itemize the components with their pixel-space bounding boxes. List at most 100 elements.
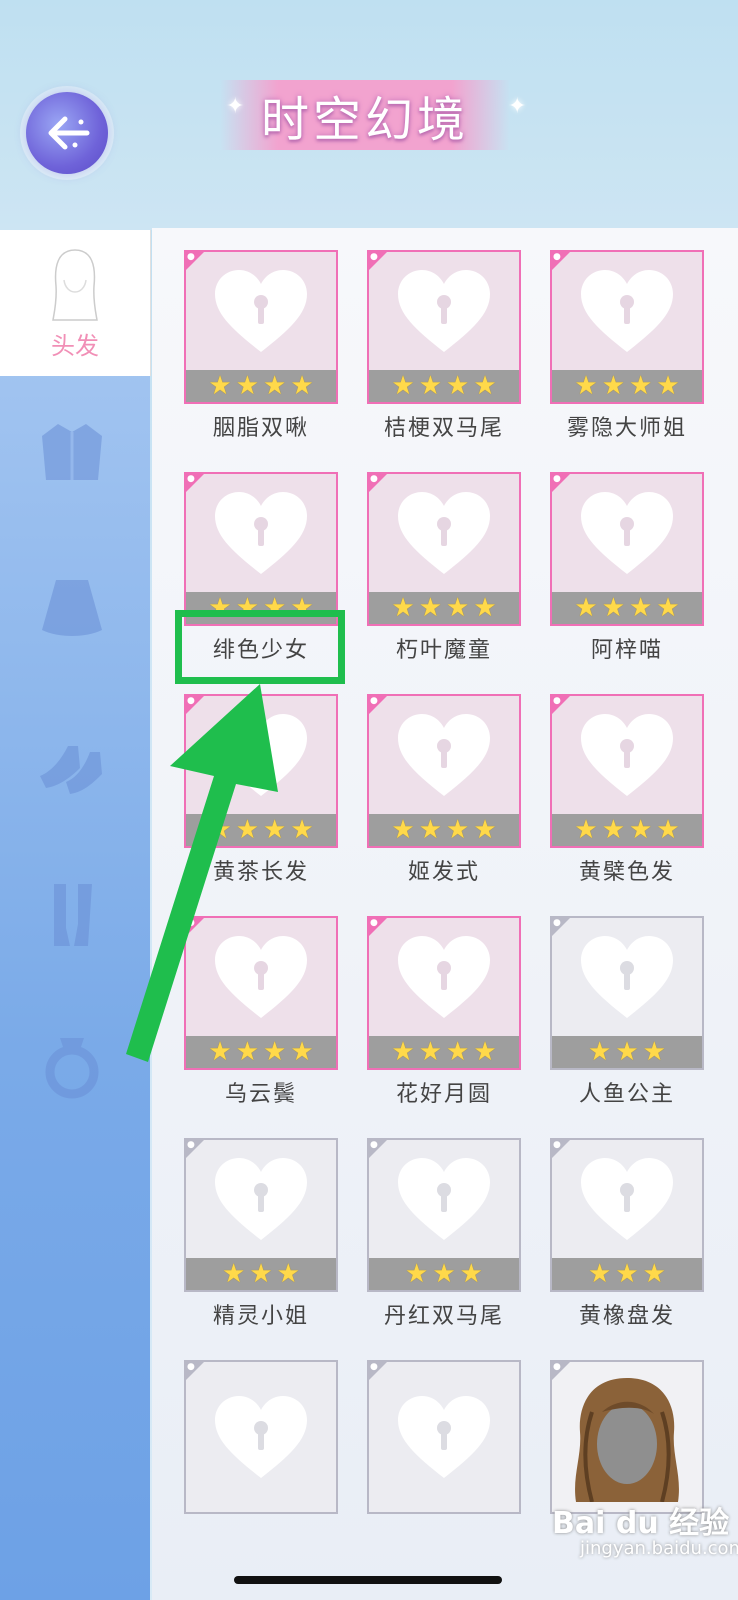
corner-dot-icon: ● [187,1140,195,1150]
locked-heart-icon [186,1362,336,1512]
item-thumbnail [367,1360,521,1514]
item-name: 黄檗色发 [578,860,675,885]
star-icon: ★ [629,593,653,623]
star-icon: ★ [418,593,442,623]
star-rating: ★ ★ ★ [552,1258,702,1290]
item-name: 桔梗双马尾 [383,416,504,441]
corner-dot-icon: ● [553,1140,561,1150]
item-card[interactable]: ★ ★ ★ ● [184,1138,338,1292]
locked-heart-icon [552,1140,702,1258]
star-rating: ★ ★ ★ [186,1258,336,1290]
corner-dot-icon: ● [370,1140,378,1150]
watermark: Bai du 经验 [552,1506,730,1541]
star-icon: ★ [601,593,625,623]
item-card[interactable]: ★★★★● [184,250,338,404]
category-tab-hair[interactable]: 头发 [0,230,151,376]
corner-dot-icon: ● [370,1362,378,1372]
item-card[interactable]: ★★★★● [184,472,338,626]
star-icon: ★ [629,815,653,845]
star-rating: ★★★★ [369,814,519,846]
star-icon: ★ [601,371,625,401]
star-rating: ★★★★ [369,592,519,624]
star-icon: ★ [235,371,259,401]
item-thumbnail: ★★★★ [367,472,521,626]
item-card[interactable]: ★★★★ ● [367,694,521,848]
item-card[interactable]: ★★★★● [367,250,521,404]
title-banner: 时空幻境 [220,80,510,150]
item-card[interactable]: ● [550,1360,704,1514]
star-icon: ★ [656,593,680,623]
page-title: 时空幻境 [260,92,469,148]
item-card[interactable]: ★★★★● [550,472,704,626]
star-rating: ★ ★ ★ [552,1036,702,1068]
star-rating: ★★★★ [552,370,702,402]
back-arrow-icon [48,116,90,150]
star-icon: ★ [391,1037,415,1067]
corner-dot-icon: ● [187,474,195,484]
item-card[interactable]: ★ ★ ★ ● [550,1138,704,1292]
watermark-url: jingyan.baidu.com [580,1538,738,1559]
star-icon: ★ [222,1259,246,1289]
star-icon: ★ [418,371,442,401]
home-indicator[interactable] [234,1576,502,1584]
item-name: 朽叶魔童 [395,638,492,663]
socks-icon[interactable] [36,880,108,952]
item-thumbnail: ★★★★ [367,250,521,404]
shoes-icon[interactable] [36,732,108,804]
corner-dot-icon: ● [370,252,378,262]
star-icon: ★ [629,371,653,401]
item-card[interactable]: ● [184,1360,338,1514]
locked-heart-icon [369,252,519,370]
skirt-icon[interactable] [36,572,108,644]
item-thumbnail: ★★★★ [550,472,704,626]
corner-dot-icon: ● [553,1362,561,1372]
item-thumbnail: ★★★★ [550,694,704,848]
item-thumbnail: ★ ★ ★ [367,1138,521,1292]
ring-icon[interactable] [36,1030,108,1102]
corner-dot-icon: ● [553,696,561,706]
hairstyle-preview [552,1362,702,1512]
item-card[interactable]: ★ ★ ★ ● [367,1138,521,1292]
corner-dot-icon: ● [370,696,378,706]
star-icon: ★ [615,1259,639,1289]
star-rating: ★ ★ ★ [369,1258,519,1290]
item-card[interactable]: ★★★★ ● [550,250,704,404]
sparkle-icon: ✦ [508,94,527,119]
locked-heart-icon [186,252,336,370]
item-thumbnail: ★ ★ ★ [550,916,704,1070]
item-thumbnail: ★ ★ ★ [550,1138,704,1292]
star-icon: ★ [642,1037,666,1067]
item-card[interactable]: ★★★★● [550,694,704,848]
item-card[interactable]: ★★★★● [367,472,521,626]
item-name: 雾隐大师姐 [566,416,687,441]
highlight-box [175,610,345,684]
item-card[interactable]: ● [367,1360,521,1514]
corner-dot-icon: ● [553,252,561,262]
star-icon: ★ [446,815,470,845]
item-card[interactable]: ★★★★● [367,916,521,1070]
item-thumbnail: ★★★★ [367,916,521,1070]
star-icon: ★ [473,815,497,845]
star-icon: ★ [276,1259,300,1289]
star-rating: ★★★★ [186,370,336,402]
item-thumbnail: ★ ★ ★ [184,1138,338,1292]
item-card[interactable]: ★ ★ ★ ● [550,916,704,1070]
star-icon: ★ [642,1259,666,1289]
locked-heart-icon [369,918,519,1036]
item-thumbnail: ★★★★ [184,250,338,404]
star-rating: ★★★★ [369,1036,519,1068]
star-icon: ★ [208,371,232,401]
locked-heart-icon [552,252,702,370]
star-icon: ★ [656,815,680,845]
star-icon: ★ [446,1037,470,1067]
locked-heart-icon [369,474,519,592]
jacket-icon[interactable] [36,418,108,490]
locked-heart-icon [186,1140,336,1258]
locked-heart-icon [552,918,702,1036]
item-name: 人鱼公主 [578,1082,675,1107]
back-button[interactable] [26,92,108,174]
locked-heart-icon [369,696,519,814]
star-icon: ★ [432,1259,456,1289]
corner-dot-icon: ● [553,474,561,484]
star-icon: ★ [588,1037,612,1067]
